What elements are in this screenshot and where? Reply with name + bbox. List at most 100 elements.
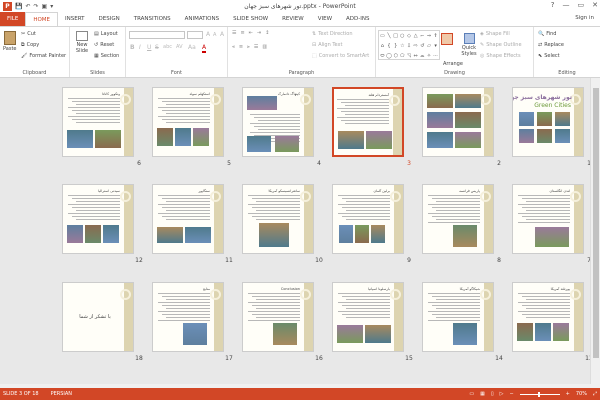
new-slide-button[interactable]: New Slide (73, 31, 91, 54)
increase-indent-icon[interactable]: ⇥ (257, 30, 261, 36)
slide-thumbnail[interactable]: با تشکر از شما (62, 282, 134, 352)
text-direction-button[interactable]: ⇅ Text Direction (312, 31, 353, 37)
shape-option[interactable]: ✧ (426, 51, 433, 61)
shape-outline-button[interactable]: ✎ Shape Outline (480, 42, 522, 48)
minimize-button[interactable]: — (563, 1, 570, 9)
slide-thumbnail[interactable]: پاریس فرانسه (422, 184, 494, 254)
slide-thumbnail[interactable]: سانفرانسیسکو آمریکا (242, 184, 314, 254)
align-right-icon[interactable]: ⫸ (247, 44, 250, 50)
shape-option[interactable]: ⬡ (392, 51, 399, 61)
shape-option[interactable]: ▭ (379, 31, 386, 41)
tab-review[interactable]: REVIEW (275, 12, 311, 26)
bold-button[interactable]: B (130, 44, 135, 51)
font-name-field[interactable] (129, 31, 185, 39)
zoom-slider[interactable] (519, 391, 560, 397)
tab-home[interactable]: HOME (25, 12, 59, 26)
change-case-button[interactable]: Aa (188, 44, 196, 51)
vertical-scrollbar[interactable] (590, 78, 600, 384)
shape-option[interactable]: ⌂ (379, 41, 386, 51)
help-button[interactable]: ? (551, 1, 555, 9)
slide-sorter-view-icon[interactable]: ▦ (480, 391, 485, 397)
tab-design[interactable]: DESIGN (92, 12, 127, 26)
reset-button[interactable]: ↺ Reset (94, 42, 114, 48)
close-button[interactable]: ✕ (592, 1, 598, 9)
shapes-gallery[interactable]: ▭ ╲ □ ○ ◇ △ ⌐ ⇒ ⇑ ⌂{} ☆ ⇩ ⇨ ↺ ▱ ▾ ⬭ ◯ ⬡ ⬠ ◹ ⇔ ⌓ ✧ ⋯ (378, 30, 440, 60)
decrease-indent-icon[interactable]: ⇤ (249, 30, 253, 36)
align-text-button[interactable]: ⊟ Align Text (312, 42, 342, 48)
cut-button[interactable]: ✂ Cut (21, 31, 36, 37)
shape-effects-button[interactable]: ◎ Shape Effects (480, 53, 521, 59)
zoom-slider-thumb[interactable] (537, 391, 540, 397)
shape-option[interactable]: } (392, 41, 399, 51)
shape-option[interactable]: ▾ (432, 41, 439, 51)
italic-button[interactable]: I (139, 44, 141, 51)
shadow-button[interactable]: abc (163, 44, 172, 50)
shape-option[interactable]: ⇩ (406, 41, 413, 51)
line-spacing-icon[interactable]: ↕ (265, 30, 269, 36)
paste-button[interactable]: Paste (3, 31, 17, 52)
language-indicator[interactable]: PERSIAN (51, 391, 72, 397)
shape-option[interactable]: ◇ (406, 31, 413, 41)
grow-font-button[interactable]: A (206, 31, 210, 38)
strikethrough-button[interactable]: S (155, 44, 159, 51)
align-left-icon[interactable]: ⫷ (232, 44, 235, 50)
shape-option[interactable]: ⬭ (379, 51, 386, 61)
shape-option[interactable]: ↺ (419, 41, 426, 51)
slide-thumbnail[interactable]: ونکوور کانادا (62, 87, 134, 157)
shape-option[interactable]: ▱ (426, 41, 433, 51)
shape-option[interactable]: ⌐ (419, 31, 426, 41)
slide-thumbnail[interactable]: لندن انگلستان (512, 184, 584, 254)
slide-thumbnail[interactable]: استکهلم سوئد (152, 87, 224, 157)
slide-thumbnail[interactable]: بارسلونا اسپانیا (332, 282, 404, 352)
format-painter-button[interactable]: 🖌 Format Painter (21, 53, 66, 59)
clear-format-button[interactable]: A (220, 31, 224, 38)
zoom-level[interactable]: 70% (576, 391, 587, 397)
tab-file[interactable]: FILE (0, 12, 26, 26)
replace-button[interactable]: ⇄ Replace (538, 42, 564, 48)
slide-thumbnail[interactable]: شیکاگو آمریکا (422, 282, 494, 352)
shape-option[interactable]: ⇒ (426, 31, 433, 41)
columns-icon[interactable]: ▥ (262, 44, 267, 50)
shape-option[interactable]: ◹ (406, 51, 413, 61)
slide-thumbnail[interactable]: آمستردام هلند (332, 87, 404, 157)
shape-option[interactable]: ◯ (386, 51, 393, 61)
scrollbar-thumb[interactable] (593, 88, 599, 358)
underline-button[interactable]: U (147, 44, 151, 51)
slide-thumbnail[interactable]: سنگاپور (152, 184, 224, 254)
tab-insert[interactable]: INSERT (58, 12, 91, 26)
numbering-icon[interactable]: ≡ (240, 30, 244, 36)
char-spacing-button[interactable]: AV (176, 44, 183, 50)
arrange-button[interactable]: Arrange (443, 61, 463, 67)
quick-styles-button[interactable]: Quick Styles (461, 33, 477, 57)
tab-add-ins[interactable]: ADD-INS (339, 12, 376, 26)
shape-option[interactable]: ⇨ (412, 41, 419, 51)
zoom-in-button[interactable]: + (566, 391, 570, 397)
justify-icon[interactable]: ☰ (254, 44, 258, 50)
find-button[interactable]: 🔍 Find (538, 31, 556, 37)
tab-transitions[interactable]: TRANSITIONS (127, 12, 178, 26)
font-color-button[interactable]: A (202, 44, 207, 53)
slide-thumbnail[interactable]: سیدنی استرالیا (62, 184, 134, 254)
shape-option[interactable]: ╲ (386, 31, 393, 41)
copy-button[interactable]: ⧉ Copy (21, 42, 39, 48)
shape-option[interactable]: ⇑ (432, 31, 439, 41)
shape-option[interactable]: ⬠ (399, 51, 406, 61)
slideshow-view-icon[interactable]: ▷ (500, 391, 504, 397)
shape-option[interactable]: ⌓ (419, 51, 426, 61)
tab-slide-show[interactable]: SLIDE SHOW (226, 12, 275, 26)
shape-option[interactable]: ⇔ (412, 51, 419, 61)
layout-button[interactable]: ▤ Layout (94, 31, 118, 37)
slide-thumbnail[interactable]: منابع (152, 282, 224, 352)
sign-in-link[interactable]: Sign in (575, 15, 594, 21)
tab-animations[interactable]: ANIMATIONS (178, 12, 227, 26)
fit-to-window-icon[interactable]: ⤢ (593, 391, 597, 397)
restore-button[interactable]: ▭ (578, 1, 585, 9)
bullets-icon[interactable]: ☰ (232, 30, 236, 36)
zoom-out-button[interactable]: − (509, 391, 513, 397)
shape-option[interactable]: ⋯ (432, 51, 439, 61)
smartart-button[interactable]: ⬚ Convert to SmartArt (312, 53, 369, 59)
shape-option[interactable]: △ (412, 31, 419, 41)
slide-thumbnail[interactable]: Conclusion (242, 282, 314, 352)
shape-option[interactable]: □ (392, 31, 399, 41)
shape-option[interactable]: ○ (399, 31, 406, 41)
